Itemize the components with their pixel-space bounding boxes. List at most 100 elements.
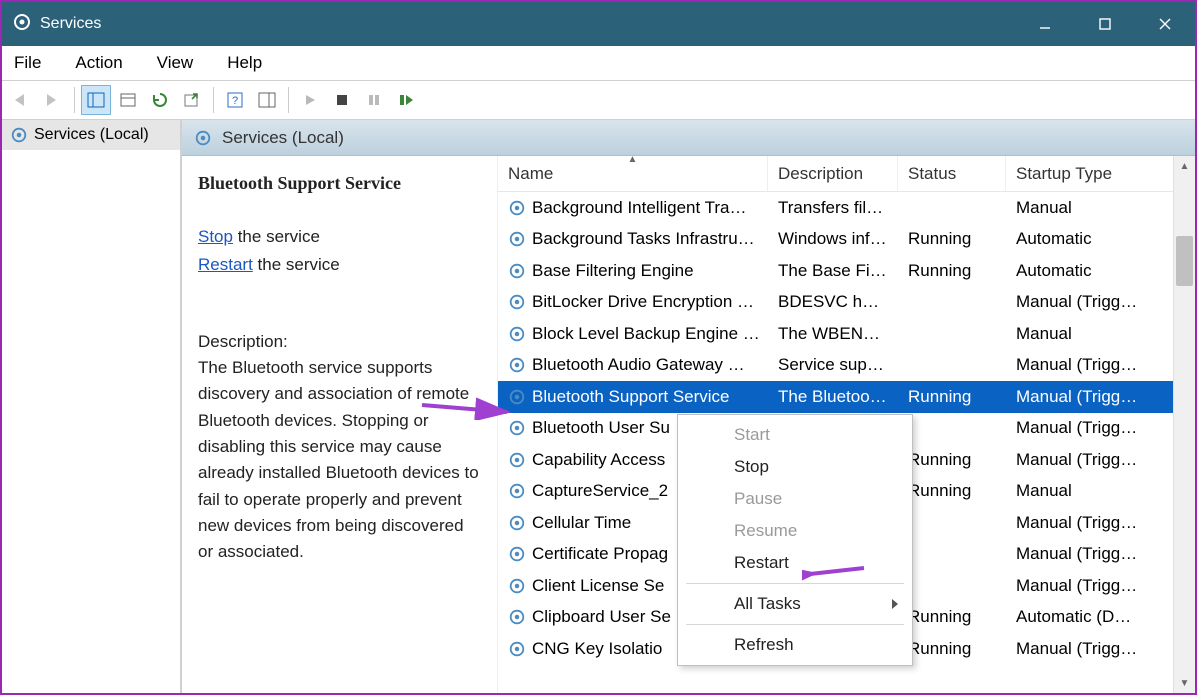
cell-startup: Manual (Trigg… — [1006, 576, 1195, 596]
table-row[interactable]: BitLocker Drive Encryption …BDESVC hos…M… — [498, 287, 1195, 319]
gear-icon — [508, 262, 526, 280]
description-label: Description: — [198, 329, 479, 355]
minimize-button[interactable] — [1015, 2, 1075, 46]
col-header-name[interactable]: ▲ Name — [498, 156, 768, 191]
cell-name: CaptureService_2 — [532, 481, 668, 501]
vertical-scrollbar[interactable]: ▲ ▼ — [1173, 156, 1195, 693]
toolbar: ? — [2, 80, 1195, 120]
menu-view[interactable]: View — [151, 49, 200, 77]
restart-icon[interactable] — [391, 85, 421, 115]
cell-startup: Manual (Trigg… — [1006, 513, 1195, 533]
nav-back-icon[interactable] — [6, 85, 36, 115]
cell-startup: Manual — [1006, 324, 1195, 344]
pause-icon[interactable] — [359, 85, 389, 115]
play-icon[interactable] — [295, 85, 325, 115]
table-row[interactable]: Background Intelligent Tra… Transfers fil… — [498, 192, 1195, 224]
tree-panel: Services (Local) — [2, 120, 182, 693]
cell-status: Running — [898, 387, 1006, 407]
svg-text:?: ? — [232, 95, 238, 107]
cell-startup: Manual — [1006, 198, 1195, 218]
cell-status: Running — [898, 639, 1006, 659]
stop-tail: the service — [233, 227, 320, 246]
col-header-startup[interactable]: Startup Type — [1006, 156, 1195, 191]
ctx-all-tasks[interactable]: All Tasks — [678, 588, 912, 620]
context-menu: Start Stop Pause Resume Restart All Task… — [677, 414, 913, 666]
gear-icon — [508, 388, 526, 406]
restart-tail: the service — [253, 255, 340, 274]
gear-icon — [508, 419, 526, 437]
cell-startup: Manual (Trigg… — [1006, 292, 1195, 312]
col-header-status[interactable]: Status — [898, 156, 1006, 191]
cell-startup: Manual (Trigg… — [1006, 544, 1195, 564]
menu-file[interactable]: File — [8, 49, 47, 77]
cell-description: Windows inf… — [768, 229, 898, 249]
list-header: ▲ Name Description Status Startup Type — [498, 156, 1195, 192]
cell-startup: Manual (Trigg… — [1006, 355, 1195, 375]
menu-help[interactable]: Help — [221, 49, 268, 77]
maximize-button[interactable] — [1075, 2, 1135, 46]
selected-service-name: Bluetooth Support Service — [198, 170, 479, 198]
gear-icon — [508, 325, 526, 343]
cell-name: Bluetooth Audio Gateway … — [532, 355, 745, 375]
showhide-tree-icon[interactable] — [81, 85, 111, 115]
scroll-up-icon[interactable]: ▲ — [1174, 156, 1195, 176]
tree-item-label: Services (Local) — [34, 126, 149, 144]
table-row[interactable]: Base Filtering EngineThe Base Filt…Runni… — [498, 255, 1195, 287]
table-row[interactable]: Bluetooth Audio Gateway …Service supp…Ma… — [498, 350, 1195, 382]
cell-name: Background Intelligent Tra… — [532, 198, 747, 218]
gear-icon — [10, 126, 28, 144]
scroll-down-icon[interactable]: ▼ — [1174, 673, 1195, 693]
help-icon[interactable]: ? — [220, 85, 250, 115]
description-text: The Bluetooth service supports discovery… — [198, 355, 479, 566]
cell-name: Certificate Propag — [532, 544, 668, 564]
nav-forward-icon[interactable] — [38, 85, 68, 115]
close-button[interactable] — [1135, 2, 1195, 46]
refresh-icon[interactable] — [145, 85, 175, 115]
extended-icon[interactable] — [252, 85, 282, 115]
window-title: Services — [40, 15, 1015, 33]
cell-status: Running — [898, 607, 1006, 627]
gear-icon — [508, 577, 526, 595]
ctx-refresh[interactable]: Refresh — [678, 629, 912, 661]
detail-panel: Bluetooth Support Service Stop the servi… — [182, 156, 498, 693]
app-gear-icon — [12, 12, 32, 37]
cell-name: Bluetooth User Su — [532, 418, 670, 438]
gear-icon — [508, 640, 526, 658]
cell-startup: Automatic (D… — [1006, 607, 1195, 627]
export-icon[interactable] — [177, 85, 207, 115]
tree-item-services-local[interactable]: Services (Local) — [2, 120, 180, 150]
ctx-start: Start — [678, 419, 912, 451]
cell-name: Client License Se — [532, 576, 664, 596]
cell-name: Capability Access — [532, 450, 665, 470]
restart-link[interactable]: Restart — [198, 255, 253, 274]
toolbar-sep — [288, 87, 289, 113]
cell-description: Transfers file… — [768, 198, 898, 218]
table-row[interactable]: Background Tasks Infrastru…Windows inf…R… — [498, 224, 1195, 256]
table-row[interactable]: Bluetooth Support ServiceThe Bluetoo…Run… — [498, 381, 1195, 413]
gear-icon — [508, 199, 526, 217]
col-header-description[interactable]: Description — [768, 156, 898, 191]
ctx-stop[interactable]: Stop — [678, 451, 912, 483]
toolbar-sep — [213, 87, 214, 113]
stop-link[interactable]: Stop — [198, 227, 233, 246]
menu-action[interactable]: Action — [69, 49, 128, 77]
scrollbar-thumb[interactable] — [1176, 236, 1193, 286]
gear-icon — [508, 356, 526, 374]
gear-icon — [508, 230, 526, 248]
gear-icon — [508, 514, 526, 532]
panel-heading-text: Services (Local) — [222, 128, 344, 148]
cell-name: BitLocker Drive Encryption … — [532, 292, 754, 312]
stop-icon[interactable] — [327, 85, 357, 115]
ctx-resume: Resume — [678, 515, 912, 547]
menubar: File Action View Help — [2, 46, 1195, 80]
cell-name: Clipboard User Se — [532, 607, 671, 627]
gear-icon — [508, 608, 526, 626]
properties-icon[interactable] — [113, 85, 143, 115]
table-row[interactable]: Block Level Backup Engine …The WBENG…Man… — [498, 318, 1195, 350]
ctx-pause: Pause — [678, 483, 912, 515]
cell-status: Running — [898, 481, 1006, 501]
panel-header: Services (Local) — [182, 120, 1195, 156]
gear-icon — [508, 482, 526, 500]
gear-icon — [508, 293, 526, 311]
ctx-restart[interactable]: Restart — [678, 547, 912, 579]
